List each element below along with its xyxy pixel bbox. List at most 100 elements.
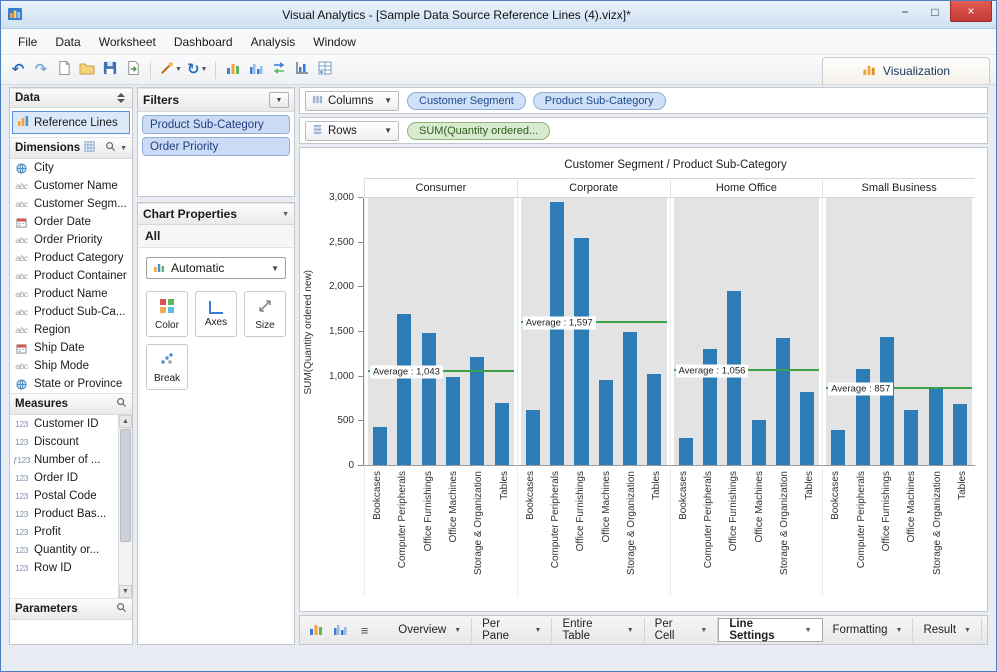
new-report-button[interactable] xyxy=(53,58,75,82)
dimension-product-name[interactable]: abcProduct Name xyxy=(10,285,132,303)
scroll-down-icon[interactable]: ▼ xyxy=(119,585,132,598)
tab-per-cell[interactable]: Per Cell▼ xyxy=(645,618,719,642)
measures-scrollbar[interactable]: ▲ ▼ xyxy=(118,415,132,598)
measure-number-of[interactable]: ƒ123Number of ... xyxy=(10,451,118,469)
refresh-button[interactable]: ↻ ▼ xyxy=(185,58,210,82)
search-icon[interactable] xyxy=(116,397,127,411)
measure-discount[interactable]: 123Discount xyxy=(10,433,118,451)
bar-corporate-office-furnishings[interactable] xyxy=(574,238,588,465)
pill-customer-segment[interactable]: Customer Segment xyxy=(407,92,526,110)
sidebar-item-reference-lines[interactable]: Reference Lines xyxy=(12,111,130,134)
dimension-product-container[interactable]: abcProduct Container xyxy=(10,267,132,285)
bar-home-office-office-machines[interactable] xyxy=(752,420,766,465)
undo-button[interactable]: ↶ xyxy=(7,58,29,82)
columns-shelf-dropdown[interactable]: Columns ▼ xyxy=(305,91,399,111)
pill-sum-quantity-ordered[interactable]: SUM(Quantity ordered... xyxy=(407,122,550,140)
bar-consumer-storage-organization[interactable] xyxy=(470,357,484,465)
menu-data[interactable]: Data xyxy=(46,31,89,53)
maximize-button[interactable]: □ xyxy=(920,1,950,22)
bar-small-business-office-furnishings[interactable] xyxy=(880,337,894,465)
dimension-ship-date[interactable]: Ship Date xyxy=(10,339,132,357)
dimension-order-date[interactable]: Order Date xyxy=(10,213,132,231)
dimension-ship-mode[interactable]: abcShip Mode xyxy=(10,357,132,375)
bar-corporate-storage-organization[interactable] xyxy=(623,332,637,466)
tab-overview[interactable]: Overview▼ xyxy=(388,618,472,642)
bar-home-office-tables[interactable] xyxy=(800,392,814,465)
bar-corporate-bookcases[interactable] xyxy=(526,410,540,465)
chevron-down-icon[interactable]: ▼ xyxy=(282,211,289,218)
menu-window[interactable]: Window xyxy=(304,31,365,53)
chart-type-select[interactable]: Automatic ▼ xyxy=(146,257,286,279)
bar-home-office-bookcases[interactable] xyxy=(679,438,693,465)
menu-dashboard[interactable]: Dashboard xyxy=(165,31,242,53)
dimension-state-or-province[interactable]: State or Province xyxy=(10,375,132,393)
parameters-header[interactable]: Parameters xyxy=(10,598,132,620)
save-button[interactable] xyxy=(99,58,121,82)
redo-button[interactable]: ↷ xyxy=(30,58,52,82)
size-button[interactable]: Size xyxy=(244,291,286,337)
scrollbar-track[interactable] xyxy=(119,428,132,585)
bar-small-business-office-machines[interactable] xyxy=(904,410,918,465)
bar-home-office-office-furnishings[interactable] xyxy=(727,291,741,465)
dimension-city[interactable]: City xyxy=(10,159,132,177)
dimension-product-category[interactable]: abcProduct Category xyxy=(10,249,132,267)
scrollbar-thumb[interactable] xyxy=(120,429,131,542)
axes-button[interactable]: Axes xyxy=(195,291,237,337)
scroll-up-icon[interactable]: ▲ xyxy=(119,415,132,428)
measure-customer-id[interactable]: 123Customer ID xyxy=(10,415,118,433)
measure-postal-code[interactable]: 123Postal Code xyxy=(10,487,118,505)
dimension-customer-name[interactable]: abcCustomer Name xyxy=(10,177,132,195)
filters-dropdown-button[interactable]: ▼ xyxy=(269,92,289,108)
bar-consumer-bookcases[interactable] xyxy=(373,427,387,465)
tab-line-settings[interactable]: Line Settings▼ xyxy=(718,618,822,642)
filter-pill-product-sub-category[interactable]: Product Sub-Category xyxy=(142,115,290,134)
search-icon[interactable] xyxy=(105,141,116,155)
summary-grid-button[interactable] xyxy=(314,58,336,82)
bar-small-business-storage-organization[interactable] xyxy=(929,388,943,465)
filter-pill-order-priority[interactable]: Order Priority xyxy=(142,137,290,156)
tab-entire-table[interactable]: Entire Table▼ xyxy=(552,618,644,642)
break-button[interactable]: Break xyxy=(146,344,188,390)
menu-worksheet[interactable]: Worksheet xyxy=(90,31,165,53)
bar-small-business-tables[interactable] xyxy=(953,404,967,465)
color-button[interactable]: Color xyxy=(146,291,188,337)
measure-profit[interactable]: 123Profit xyxy=(10,523,118,541)
chevron-down-icon[interactable]: ▼ xyxy=(120,145,127,152)
search-icon[interactable] xyxy=(116,602,127,616)
menu-analysis[interactable]: Analysis xyxy=(242,31,305,53)
title-bar[interactable]: Visual Analytics - [Sample Data Source R… xyxy=(1,1,996,29)
chart-canvas[interactable]: Customer Segment / Product Sub-Category … xyxy=(299,147,988,612)
tab-visualization[interactable]: Visualization xyxy=(822,57,990,84)
export-button[interactable] xyxy=(122,58,144,82)
dimension-region[interactable]: abcRegion xyxy=(10,321,132,339)
tab-formatting[interactable]: Formatting▼ xyxy=(823,618,914,642)
list-view-button[interactable]: ≡ xyxy=(354,619,375,641)
dimension-customer-segm[interactable]: abcCustomer Segm... xyxy=(10,195,132,213)
bar-consumer-computer-peripherals[interactable] xyxy=(397,314,411,465)
chart-properties-header[interactable]: Chart Properties ▼ xyxy=(138,203,294,225)
dimension-order-priority[interactable]: abcOrder Priority xyxy=(10,231,132,249)
compare-view-button[interactable] xyxy=(329,619,350,641)
pill-product-sub-category[interactable]: Product Sub-Category xyxy=(533,92,666,110)
chart-view-button[interactable] xyxy=(305,619,326,641)
bar-consumer-office-furnishings[interactable] xyxy=(422,333,436,465)
measure-product-bas[interactable]: 123Product Bas... xyxy=(10,505,118,523)
measure-quantity-or[interactable]: 123Quantity or... xyxy=(10,541,118,559)
measure-order-id[interactable]: 123Order ID xyxy=(10,469,118,487)
dimensions-header[interactable]: Dimensions ▼ xyxy=(10,137,132,159)
bar-consumer-tables[interactable] xyxy=(495,403,509,465)
rows-shelf-dropdown[interactable]: Rows ▼ xyxy=(305,121,399,141)
wizard-button[interactable]: ▼ xyxy=(157,58,184,82)
dimension-product-sub-ca[interactable]: abcProduct Sub-Ca... xyxy=(10,303,132,321)
bar-consumer-office-machines[interactable] xyxy=(446,377,460,465)
tab-per-pane[interactable]: Per Pane▼ xyxy=(472,618,552,642)
data-panel-header[interactable]: Data xyxy=(10,88,132,108)
filters-header[interactable]: Filters ▼ xyxy=(138,88,294,112)
measure-row-id[interactable]: 123Row ID xyxy=(10,559,118,577)
bar-small-business-bookcases[interactable] xyxy=(831,430,845,465)
swap-axes-button[interactable] xyxy=(268,58,290,82)
close-button[interactable]: × xyxy=(950,1,992,22)
collapse-expand-icon[interactable] xyxy=(117,93,125,103)
axis-settings-button[interactable] xyxy=(291,58,313,82)
open-button[interactable] xyxy=(76,58,98,82)
